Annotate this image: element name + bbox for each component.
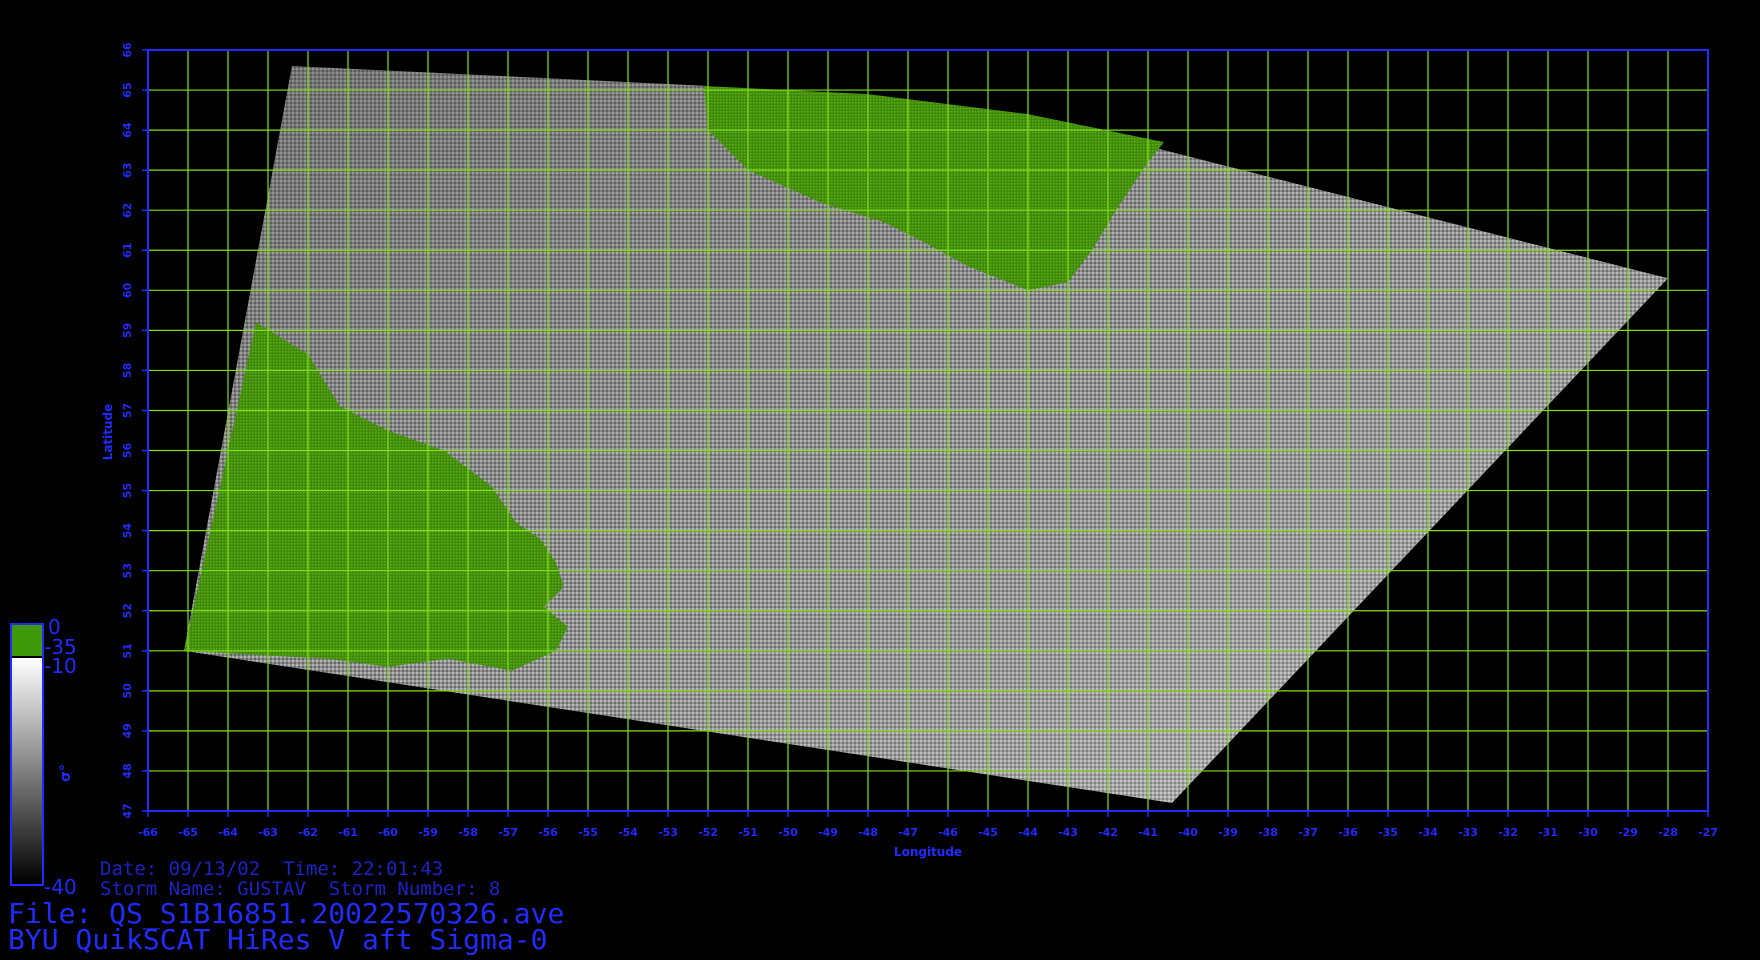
y-tick-label: 64 — [121, 122, 134, 138]
x-tick-label: -49 — [818, 826, 838, 839]
y-tick-label: 57 — [121, 403, 134, 418]
colorbar-gradient — [12, 658, 42, 884]
x-tick-label: -64 — [218, 826, 238, 839]
y-tick-label: 56 — [121, 443, 134, 459]
y-tick-label: 55 — [121, 483, 134, 498]
storm-line: Storm Name: GUSTAV Storm Number: 8 — [100, 878, 501, 900]
x-tick-label: -33 — [1458, 826, 1478, 839]
x-tick-label: -40 — [1178, 826, 1198, 839]
product-title-line: BYU QuikSCAT HiRes V aft Sigma-0 — [8, 923, 548, 956]
x-tick-label: -43 — [1058, 826, 1078, 839]
latitude-ticks: 47 48 49 50 51 52 53 54 55 56 57 58 59 60 61 62 63 64 65 66 — [121, 42, 148, 819]
x-tick-label: -56 — [538, 826, 558, 839]
colorbar-label-bottom: -40 — [44, 875, 77, 899]
sigma0-colorbar: 0 -35 -10 -40 σ° — [10, 615, 77, 899]
x-tick-label: -65 — [178, 826, 198, 839]
y-tick-label: 47 — [121, 803, 134, 818]
longitude-axis-label: Longitude — [894, 845, 962, 859]
x-tick-label: -47 — [898, 826, 918, 839]
x-tick-label: -27 — [1698, 826, 1718, 839]
scatterometer-swath — [184, 66, 1668, 803]
x-tick-label: -30 — [1578, 826, 1598, 839]
y-tick-label: 53 — [121, 563, 134, 578]
sigma0-map: -66 -65 -64 -63 -62 -61 -60 -59 -58 -57 -56 -55 -54 -… — [10, 42, 1718, 899]
x-tick-label: -59 — [418, 826, 438, 839]
x-tick-label: -51 — [738, 826, 758, 839]
longitude-ticks: -66 -65 -64 -63 -62 -61 -60 -59 -58 -57 -56 -55 -54 -… — [138, 811, 1718, 839]
x-tick-label: -48 — [858, 826, 878, 839]
colorbar-land-swatch — [12, 625, 42, 656]
x-tick-label: -32 — [1498, 826, 1518, 839]
y-tick-label: 66 — [121, 42, 134, 58]
y-tick-label: 51 — [121, 643, 134, 658]
x-tick-label: -60 — [378, 826, 398, 839]
x-tick-label: -41 — [1138, 826, 1158, 839]
y-tick-label: 52 — [121, 603, 134, 618]
colorbar-units: σ° — [58, 764, 74, 782]
y-tick-label: 48 — [121, 763, 134, 778]
x-tick-label: -34 — [1418, 826, 1438, 839]
x-tick-label: -52 — [698, 826, 718, 839]
x-tick-label: -36 — [1338, 826, 1358, 839]
x-tick-label: -53 — [658, 826, 678, 839]
x-tick-label: -50 — [778, 826, 798, 839]
y-tick-label: 50 — [121, 683, 134, 699]
latitude-axis-label: Latitude — [101, 404, 115, 461]
x-tick-label: -38 — [1258, 826, 1278, 839]
y-tick-label: 63 — [121, 163, 134, 178]
x-tick-label: -44 — [1018, 826, 1038, 839]
x-tick-label: -45 — [978, 826, 998, 839]
y-tick-label: 65 — [121, 82, 134, 97]
y-tick-label: 60 — [121, 282, 134, 298]
x-tick-label: -35 — [1378, 826, 1398, 839]
x-tick-label: -66 — [138, 826, 158, 839]
x-tick-label: -57 — [498, 826, 518, 839]
y-tick-label: 54 — [121, 523, 134, 539]
y-tick-label: 62 — [121, 203, 134, 218]
x-tick-label: -58 — [458, 826, 478, 839]
x-tick-label: -63 — [258, 826, 278, 839]
x-tick-label: -29 — [1618, 826, 1638, 839]
y-tick-label: 61 — [121, 243, 134, 258]
x-tick-label: -39 — [1218, 826, 1238, 839]
x-tick-label: -61 — [338, 826, 358, 839]
x-tick-label: -42 — [1098, 826, 1118, 839]
x-tick-label: -28 — [1658, 826, 1678, 839]
y-tick-label: 59 — [121, 323, 134, 338]
x-tick-label: -37 — [1298, 826, 1318, 839]
y-tick-label: 58 — [121, 363, 134, 378]
x-tick-label: -54 — [618, 826, 638, 839]
date-time-line: Date: 09/13/02 Time: 22:01:43 — [100, 858, 444, 880]
x-tick-label: -55 — [578, 826, 598, 839]
y-tick-label: 49 — [121, 723, 134, 738]
x-tick-label: -31 — [1538, 826, 1558, 839]
colorbar-label-upper: -10 — [44, 654, 77, 678]
x-tick-label: -46 — [938, 826, 958, 839]
x-tick-label: -62 — [298, 826, 318, 839]
